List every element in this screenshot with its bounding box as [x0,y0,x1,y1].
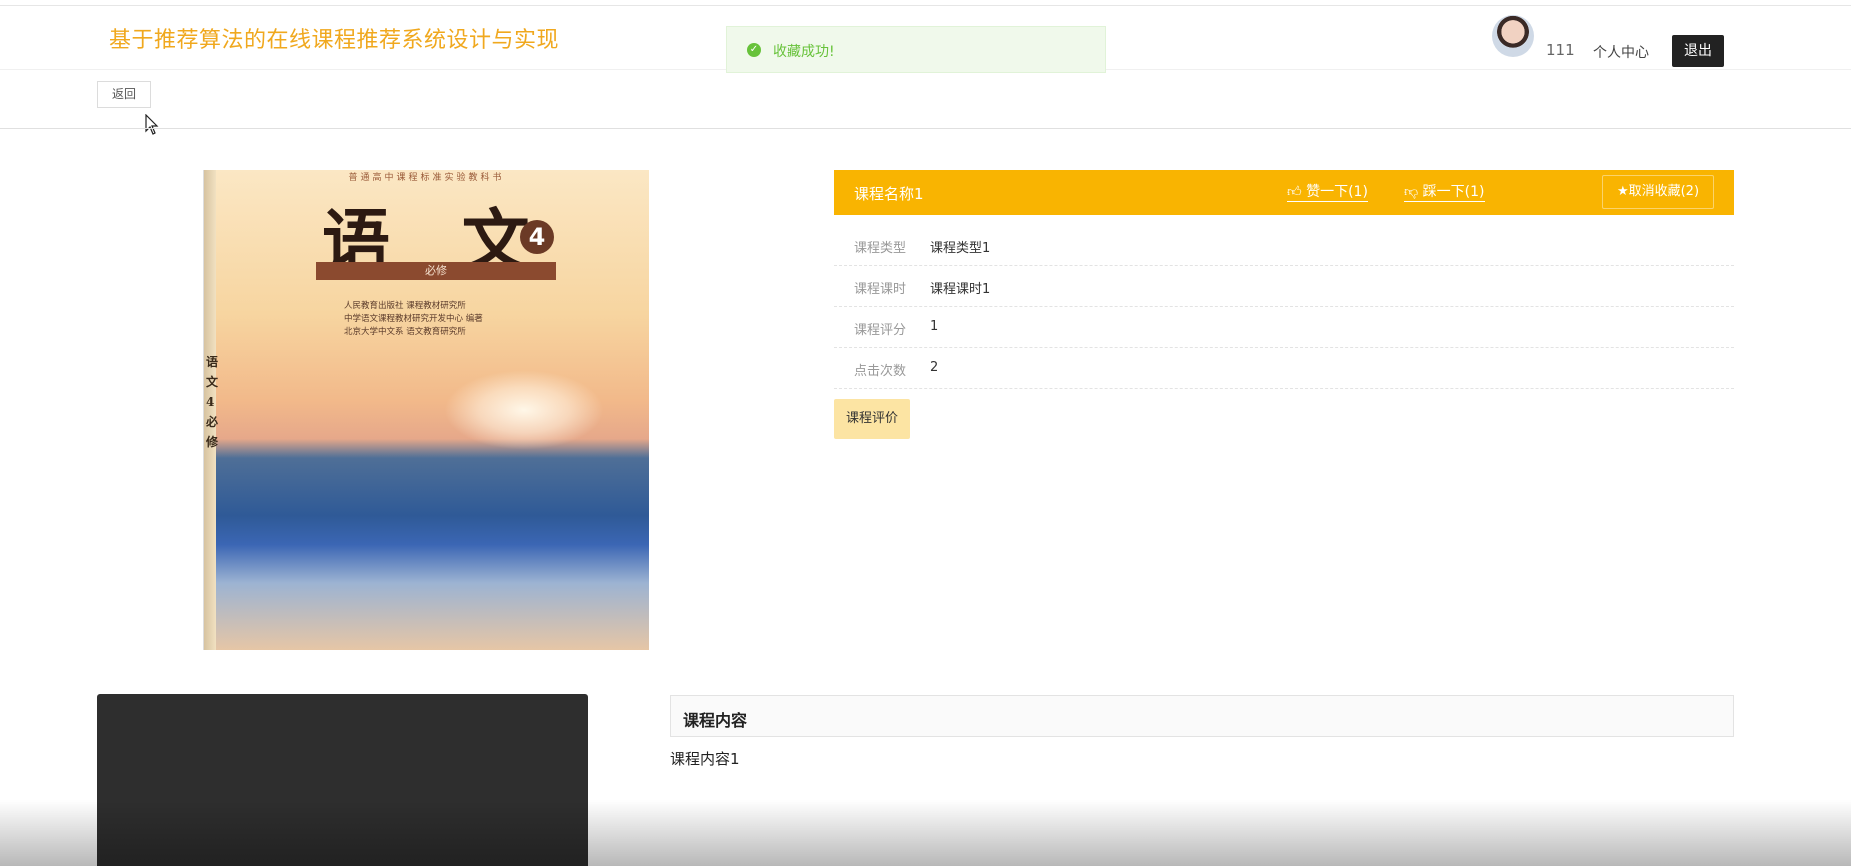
dislike-label: 踩一下(1) [1422,184,1485,200]
info-row-hours: 课程课时 课程课时1 [834,266,1734,307]
field-label: 点击次数 [854,364,907,379]
star-icon: ★ [1616,184,1629,199]
field-label: 课程类型 [854,241,907,256]
logout-button[interactable]: 退出 [1672,35,1724,67]
cover-publisher-line: 北京大学中文系 语文教育研究所 [344,327,466,337]
mouse-cursor-icon [145,114,159,135]
info-row-clicks: 点击次数 2 [834,348,1734,389]
cover-sunlight [444,370,604,450]
content-header: 课程内容 [670,695,1734,737]
success-toast: ✓ 收藏成功! [726,26,1106,73]
field-label: 课程评分 [854,323,907,338]
toast-message: 收藏成功! [773,44,835,60]
dislike-link[interactable]: 👎︎ 踩一下(1) [1404,183,1485,202]
cover-publisher: 人民教育出版社 课程教材研究所 中学语文课程教材研究开发中心 编著 北京大学中文… [344,300,483,339]
video-player[interactable] [97,694,588,866]
unfavorite-label: 取消收藏(2) [1628,184,1700,199]
avatar[interactable] [1492,15,1534,57]
unfavorite-button[interactable]: ★取消收藏(2) [1602,175,1714,209]
field-value: 1 [930,319,939,334]
field-value: 课程类型1 [930,241,991,256]
field-value: 课程课时1 [930,282,991,297]
field-value: 2 [930,360,939,375]
back-button[interactable]: 返回 [97,81,151,108]
cover-spine-text: 语文4必修 [206,355,219,449]
course-review-button[interactable]: 课程评价 [834,399,910,439]
info-row-type: 课程类型 课程类型1 [834,225,1734,266]
like-label: 赞一下(1) [1306,184,1368,200]
like-link[interactable]: 👍︎ 赞一下(1) [1287,183,1368,202]
course-name: 课程名称1 [854,185,924,203]
cover-publisher-line: 中学语文课程教材研究开发中心 编著 [344,314,483,324]
divider [0,128,1851,129]
thumbs-up-icon: 👍︎ [1287,184,1302,200]
content-title: 课程内容 [683,711,748,730]
thumbs-down-icon: 👎︎ [1404,184,1419,200]
info-row-score: 课程评分 1 [834,307,1734,348]
site-title[interactable]: 基于推荐算法的在线课程推荐系统设计与实现 [109,22,559,54]
cover-series-text: 普通高中课程标准实验教科书 [348,173,505,183]
course-cover-image: 普通高中课程标准实验教科书 语 文 4 必修 人民教育出版社 课程教材研究所 中… [203,170,649,650]
field-label: 课程课时 [854,282,907,297]
content-text: 课程内容1 [670,750,740,768]
check-circle-icon: ✓ [747,43,761,57]
cover-volume-badge: 4 [520,220,554,254]
cover-publisher-line: 人民教育出版社 课程教材研究所 [344,301,466,311]
cover-band: 必修 [316,262,556,280]
username[interactable]: 111 [1546,41,1575,59]
course-info-header: 课程名称1 👍︎ 赞一下(1) 👎︎ 踩一下(1) ★取消收藏(2) [834,170,1734,215]
personal-center-link[interactable]: 个人中心 [1593,42,1649,62]
